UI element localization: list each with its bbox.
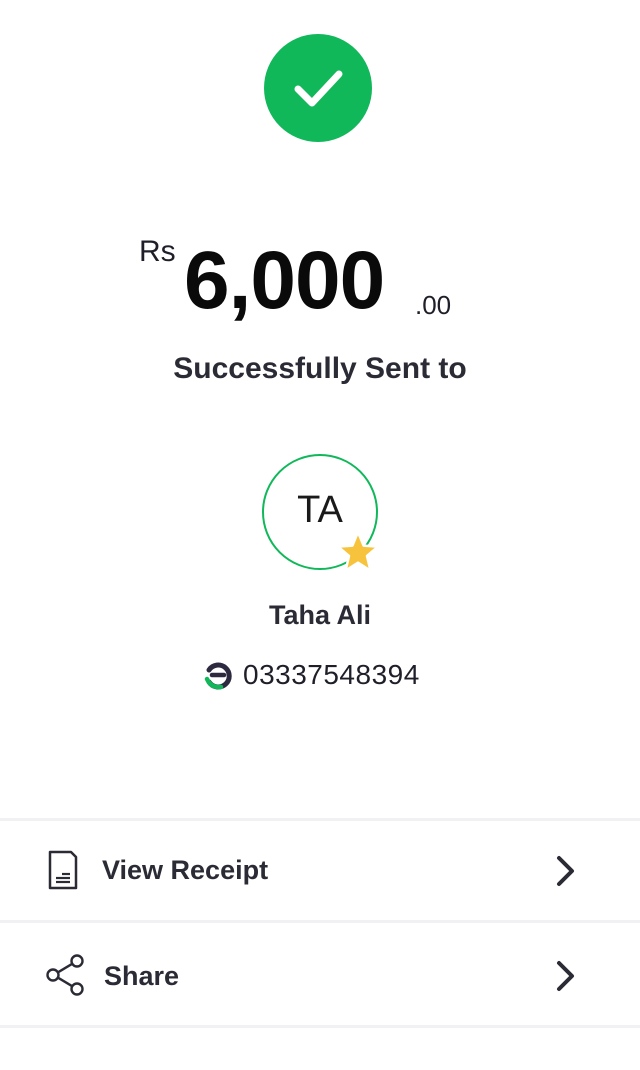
transfer-amount: Rs 6,000 .00	[0, 232, 640, 332]
recipient-name: Taha Ali	[268, 600, 371, 630]
chevron-right-icon	[557, 961, 574, 991]
easypaisa-logo-icon	[204, 662, 232, 690]
share-button[interactable]: Share	[0, 923, 640, 1023]
check-icon	[294, 70, 343, 107]
success-check-badge	[264, 34, 372, 142]
amount-currency: Rs	[139, 235, 176, 268]
share-label: Share	[104, 961, 180, 991]
receipt-icon	[48, 850, 78, 890]
status-message: Successfully Sent to	[173, 352, 467, 385]
star-icon	[336, 530, 380, 572]
recipient-account: 03337548394	[203, 658, 420, 692]
view-receipt-button[interactable]: View Receipt	[0, 821, 640, 921]
amount-major: 6,000	[184, 235, 385, 326]
chevron-right-icon	[557, 856, 574, 886]
view-receipt-label: View Receipt	[102, 855, 269, 885]
avatar-initials: TA	[297, 488, 343, 531]
amount-minor: .00	[415, 290, 452, 320]
recipient-phone-number: 03337548394	[243, 659, 420, 690]
share-icon	[46, 954, 84, 996]
divider	[0, 1025, 640, 1028]
